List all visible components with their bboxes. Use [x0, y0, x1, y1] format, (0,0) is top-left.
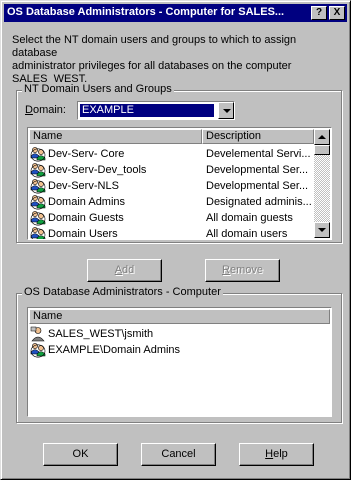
remove-mnemonic: R: [222, 264, 230, 276]
os-admins-group: OS Database Administrators - Computer Na…: [16, 286, 342, 423]
item-description: Developmental Ser...: [206, 164, 309, 176]
scroll-down-icon[interactable]: [314, 222, 330, 238]
group-icon: [30, 147, 46, 162]
group-icon: [30, 195, 46, 210]
close-title-button[interactable]: X: [329, 6, 345, 20]
help-title-button[interactable]: ?: [311, 6, 327, 20]
scroll-up-icon[interactable]: [314, 129, 330, 145]
group-icon: [30, 343, 46, 358]
nt-users-list[interactable]: Name Description Dev-Serv- Core Develeme…: [27, 127, 332, 240]
cancel-button[interactable]: Cancel: [141, 443, 216, 466]
item-description: All domain guests: [206, 212, 293, 224]
window-title: OS Database Administrators - Computer fo…: [7, 6, 285, 18]
dialog-window: OS Database Administrators - Computer fo…: [0, 0, 351, 480]
vertical-scrollbar[interactable]: [314, 129, 330, 238]
nt-domain-group: NT Domain Users and Groups Domain: EXAMP…: [16, 83, 342, 243]
domain-value: EXAMPLE: [80, 104, 214, 117]
help-button[interactable]: Help: [239, 443, 314, 466]
ok-button[interactable]: OK: [43, 443, 118, 466]
nt-group-label: NT Domain Users and Groups: [22, 83, 174, 95]
domain-label: Domain:: [25, 104, 66, 116]
instructions-text: Select the NT domain users and groups to…: [12, 34, 297, 85]
item-name: EXAMPLE\Domain Admins: [48, 344, 181, 356]
remove-button[interactable]: Remove: [205, 259, 280, 282]
domain-dropdown[interactable]: EXAMPLE: [77, 101, 235, 120]
user-icon: [30, 326, 45, 342]
column-header-name[interactable]: Name: [29, 309, 330, 324]
column-header-description[interactable]: Description: [202, 129, 314, 144]
item-description: Develemental Servi...: [206, 148, 311, 160]
group-icon: [30, 211, 46, 226]
group-icon: [30, 163, 46, 178]
item-name: Domain Guests: [48, 212, 124, 224]
item-description: All domain users: [206, 228, 288, 240]
item-name: Dev-Serv- Core: [48, 148, 125, 160]
title-bar: OS Database Administrators - Computer fo…: [4, 4, 347, 22]
column-header-name[interactable]: Name: [29, 129, 202, 144]
domain-label-mnemonic: D: [25, 104, 33, 116]
group-icon: [30, 227, 46, 239]
chevron-down-icon[interactable]: [218, 102, 234, 119]
item-description: Designated adminis...: [206, 196, 311, 208]
item-name: Domain Admins: [48, 196, 126, 208]
add-mnemonic: A: [114, 264, 123, 276]
os-admins-list[interactable]: Name SALES_WEST\jsmith EXAMPLE\Domain Ad…: [27, 307, 332, 417]
close-icon: X: [333, 7, 341, 18]
item-name: Dev-Serv-Dev_tools: [48, 164, 147, 176]
question-mark-icon: ?: [315, 7, 323, 18]
remove-label-rest: emove: [229, 264, 263, 276]
item-name: Domain Users: [48, 228, 118, 240]
item-name: Dev-Serv-NLS: [48, 180, 119, 192]
domain-label-rest: omain:: [32, 104, 66, 116]
add-label-rest: dd: [122, 264, 135, 276]
help-label-rest: elp: [273, 448, 288, 460]
scroll-thumb[interactable]: [314, 145, 330, 155]
item-name: SALES_WEST\jsmith: [48, 328, 154, 340]
os-group-label: OS Database Administrators - Computer: [22, 286, 223, 298]
group-icon: [30, 179, 46, 194]
help-mnemonic: H: [265, 448, 274, 460]
item-description: Developmental Ser...: [206, 180, 309, 192]
add-button[interactable]: Add: [87, 259, 162, 282]
